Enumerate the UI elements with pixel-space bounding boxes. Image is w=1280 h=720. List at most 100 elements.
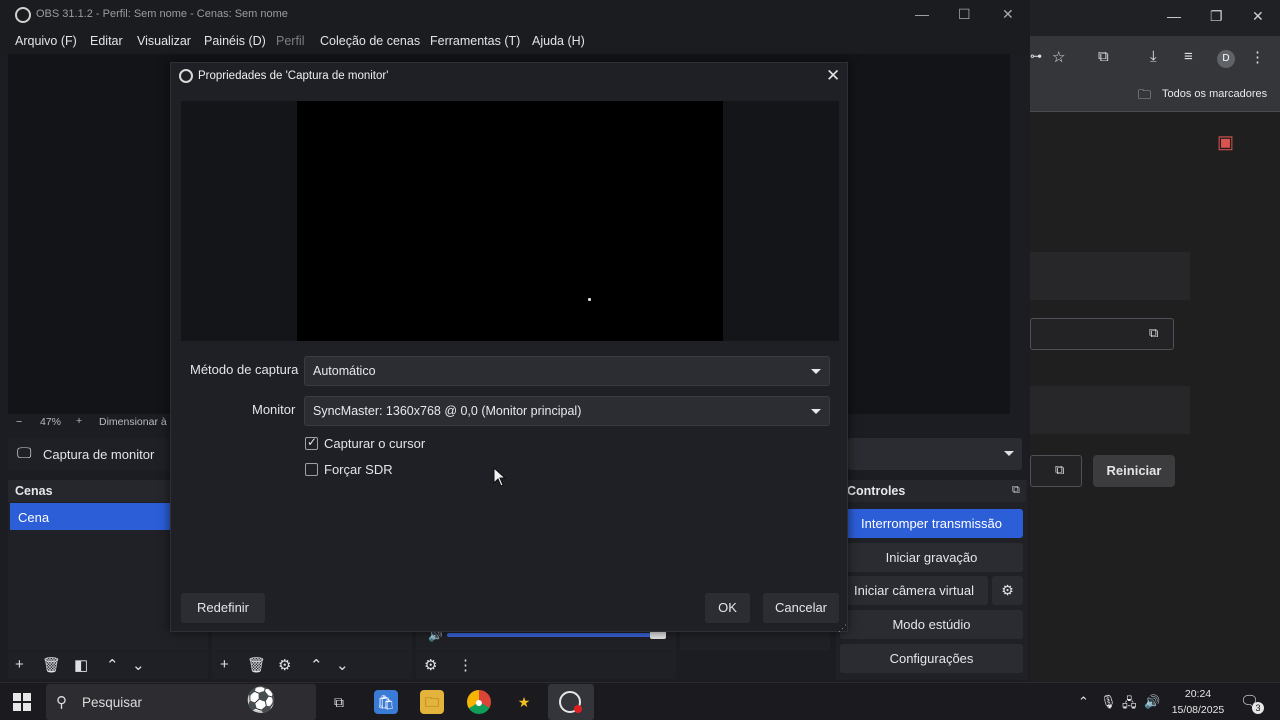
- media-icon[interactable]: ≡: [1184, 48, 1193, 65]
- move-up-icon[interactable]: ⌃: [106, 656, 119, 674]
- add-scene-icon[interactable]: +: [15, 656, 24, 673]
- browser-panel: [1030, 252, 1190, 300]
- browser-titlebar: — ❐ ✕: [1030, 0, 1280, 36]
- clock-time: 20:24: [1184, 688, 1212, 700]
- scenes-header: Cenas: [8, 480, 170, 502]
- move-down-icon[interactable]: ⌄: [132, 656, 145, 674]
- close-icon[interactable]: ✕: [826, 66, 840, 86]
- network-icon[interactable]: 🖧: [1122, 694, 1137, 716]
- monitor-label: Monitor: [252, 402, 296, 417]
- stop-stream-button[interactable]: Interromper transmissão: [840, 509, 1023, 538]
- chrome-icon[interactable]: ●: [467, 690, 491, 714]
- mouse-pointer-icon: [493, 467, 507, 487]
- capture-cursor-label[interactable]: Capturar o cursor: [324, 436, 425, 451]
- menu-docks[interactable]: Painéis (D): [204, 34, 266, 48]
- menu-tools[interactable]: Ferramentas (T): [430, 34, 520, 48]
- profile-avatar[interactable]: D: [1217, 50, 1235, 68]
- maximize-icon[interactable]: ☐: [958, 6, 971, 23]
- add-source-icon[interactable]: +: [220, 656, 229, 673]
- tray-expand-icon[interactable]: ⌃: [1078, 694, 1089, 710]
- monitor-select[interactable]: SyncMaster: 1360x768 @ 0,0 (Monitor prin…: [304, 396, 830, 426]
- monitor-value: SyncMaster: 1360x768 @ 0,0 (Monitor prin…: [313, 404, 582, 418]
- menu-view[interactable]: Visualizar: [137, 34, 191, 48]
- scene-filters-icon[interactable]: ◧: [74, 656, 88, 674]
- resize-grip-icon[interactable]: ⋰: [838, 623, 847, 634]
- chevron-down-icon: [1004, 451, 1014, 456]
- ok-button[interactable]: OK: [705, 593, 750, 623]
- undock-icon[interactable]: ⧉: [1012, 484, 1020, 497]
- more-icon[interactable]: ⋮: [1250, 48, 1265, 66]
- menu-edit[interactable]: Editar: [90, 34, 123, 48]
- microphone-icon[interactable]: 🎙: [1100, 694, 1117, 710]
- star-app-icon[interactable]: ★: [512, 690, 536, 714]
- recording-indicator-icon: [574, 705, 582, 713]
- all-bookmarks[interactable]: Todos os marcadores: [1162, 88, 1267, 100]
- settings-button[interactable]: Configurações: [840, 644, 1023, 673]
- scale-label: Dimensionar à: [99, 416, 167, 428]
- browser-toolbar: ⊶ ☆ ⧉ ⤓ ≡ ⋮: [1030, 36, 1280, 80]
- browser-field[interactable]: ⧉: [1030, 318, 1174, 350]
- download-icon[interactable]: ⤓: [1150, 48, 1157, 65]
- browser-panel: [1030, 386, 1190, 434]
- store-icon[interactable]: 🛍: [374, 690, 398, 714]
- properties-dialog: Propriedades de 'Captura de monitor' ✕ M…: [170, 62, 848, 634]
- force-sdr-label[interactable]: Forçar SDR: [324, 462, 393, 477]
- minimize-icon[interactable]: —: [1167, 8, 1181, 24]
- share-icon[interactable]: ⊶: [1030, 49, 1042, 63]
- volume-icon[interactable]: 🔊: [1144, 694, 1160, 710]
- taskbar-search[interactable]: ⚲ Pesquisar ⚽: [46, 684, 316, 720]
- menu-scene-collection[interactable]: Coleção de cenas: [320, 34, 420, 48]
- copy-icon[interactable]: ⧉: [1055, 462, 1064, 478]
- zoom-in-button[interactable]: +: [76, 415, 82, 427]
- folder-icon: 🗀: [1138, 87, 1152, 102]
- file-explorer-icon[interactable]: 🗀: [420, 690, 444, 714]
- cancel-button[interactable]: Cancelar: [763, 593, 839, 623]
- star-icon[interactable]: ☆: [1052, 48, 1065, 66]
- clock[interactable]: 20:24 15/08/2025: [1168, 686, 1228, 718]
- advanced-audio-icon[interactable]: ⚙: [424, 656, 437, 674]
- capture-cursor-checkbox[interactable]: ✓: [305, 435, 318, 450]
- source-combo[interactable]: [848, 438, 1022, 470]
- restore-icon[interactable]: ❐: [1210, 8, 1223, 25]
- studio-mode-button[interactable]: Modo estúdio: [840, 610, 1023, 639]
- browser-field[interactable]: ⧉: [1030, 455, 1082, 487]
- capture-method-select[interactable]: Automático: [304, 356, 830, 386]
- virtual-camera-settings-gear-icon[interactable]: ⚙: [992, 576, 1023, 605]
- extensions-icon[interactable]: ⧉: [1098, 48, 1109, 65]
- search-label: Pesquisar: [82, 695, 143, 710]
- menu-profile[interactable]: Perfil: [276, 34, 304, 48]
- move-up-icon[interactable]: ⌃: [310, 656, 323, 674]
- restart-button[interactable]: Reiniciar: [1093, 455, 1175, 487]
- menu-file[interactable]: Arquivo (F): [15, 34, 77, 48]
- start-virtual-camera-button[interactable]: Iniciar câmera virtual: [840, 576, 988, 605]
- capture-method-label: Método de captura: [190, 362, 299, 377]
- windows-start-icon[interactable]: [13, 693, 31, 711]
- zoom-out-button[interactable]: −: [16, 416, 22, 428]
- dialog-title: Propriedades de 'Captura de monitor': [198, 70, 389, 82]
- volume-slider-track[interactable]: [447, 633, 657, 637]
- controls-header: Controles: [840, 480, 1026, 502]
- minimize-icon[interactable]: —: [915, 6, 929, 22]
- menu-help[interactable]: Ajuda (H): [532, 34, 585, 48]
- move-down-icon[interactable]: ⌄: [336, 656, 349, 674]
- remove-source-icon[interactable]: 🗑: [247, 656, 266, 674]
- soccer-ball-icon: ⚽: [246, 687, 276, 714]
- source-properties-gear-icon[interactable]: ⚙: [278, 656, 291, 674]
- checkmark-icon: ✓: [307, 435, 318, 449]
- close-icon[interactable]: ✕: [1252, 8, 1264, 25]
- start-recording-button[interactable]: Iniciar gravação: [840, 543, 1023, 572]
- chevron-down-icon: [811, 369, 821, 374]
- force-sdr-checkbox[interactable]: [305, 463, 318, 476]
- mixer-toolbar: [416, 651, 676, 679]
- mixer-menu-icon[interactable]: ⋮: [458, 656, 473, 674]
- task-view-icon[interactable]: ⧉: [327, 690, 351, 714]
- window-title: OBS 31.1.2 - Perfil: Sem nome - Cenas: S…: [36, 8, 288, 20]
- remove-scene-icon[interactable]: 🗑: [42, 656, 61, 674]
- capture-method-value: Automático: [313, 364, 376, 378]
- chevron-down-icon: [811, 409, 821, 414]
- captured-screen: [297, 101, 723, 341]
- reset-button[interactable]: Redefinir: [181, 593, 265, 623]
- scene-list-item[interactable]: Cena: [10, 503, 170, 530]
- close-icon[interactable]: ✕: [1002, 6, 1014, 23]
- copy-icon[interactable]: ⧉: [1149, 325, 1158, 341]
